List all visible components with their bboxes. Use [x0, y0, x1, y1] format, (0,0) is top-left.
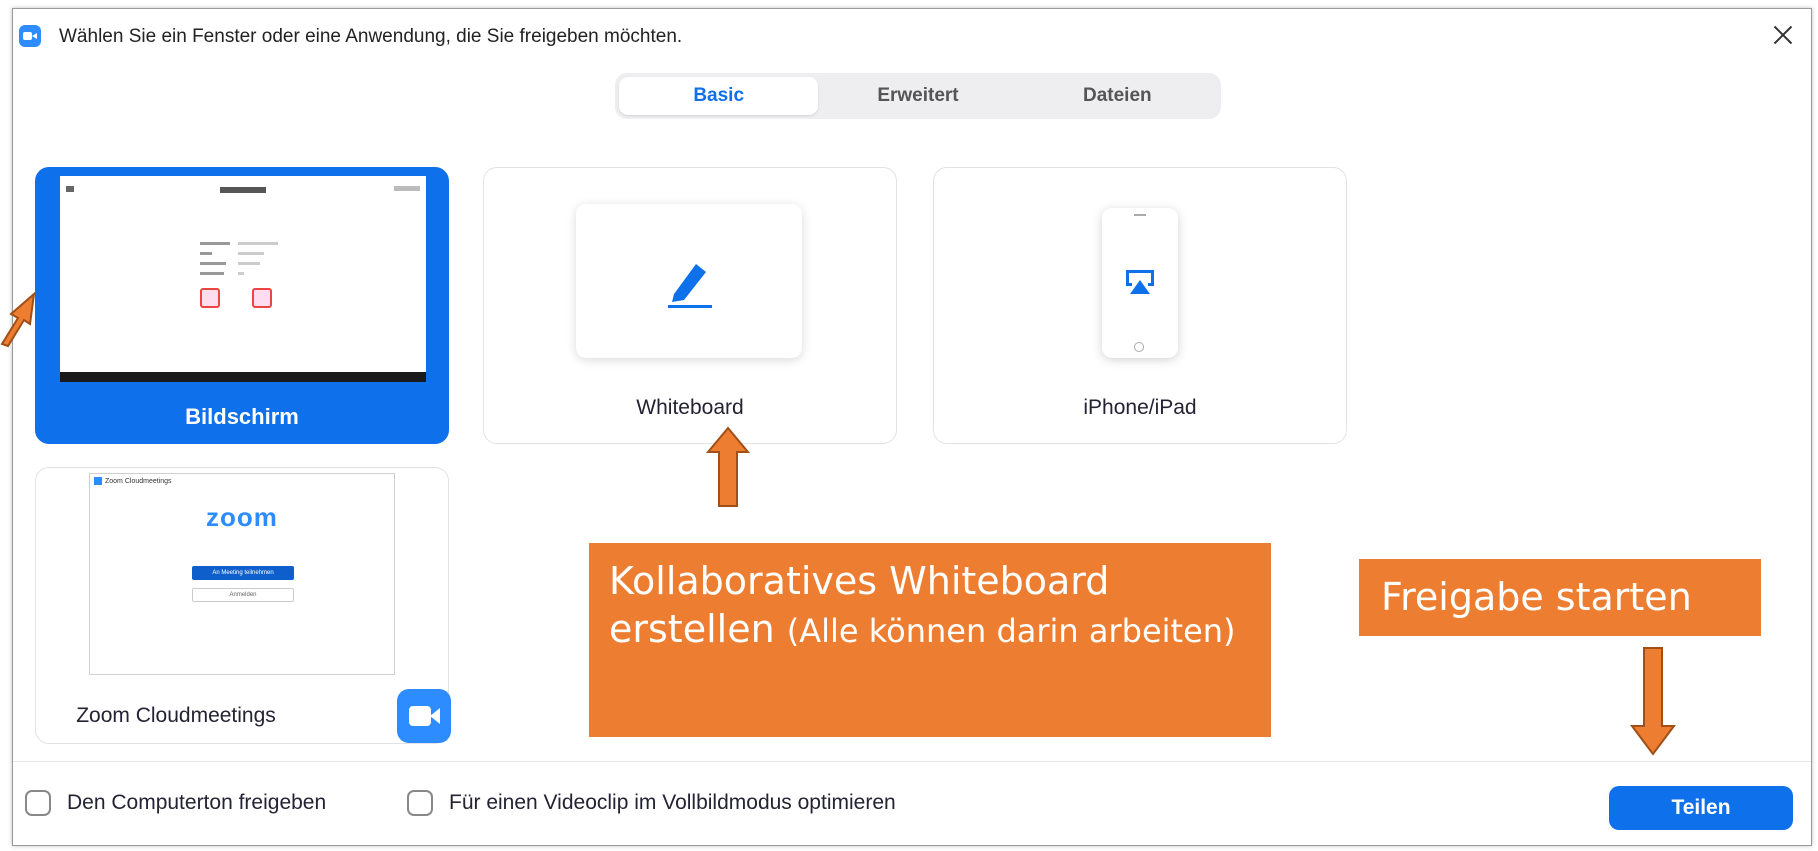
preview-window-title: Zoom Cloudmeetings: [94, 477, 172, 485]
preview-join-button: An Meeting teilnehmen: [192, 566, 294, 580]
close-icon[interactable]: [1769, 21, 1797, 49]
zoom-logo: zoom: [206, 502, 278, 532]
preview-line: [238, 262, 260, 265]
callout-whiteboard: Kollaboratives Whiteboard erstellen (All…: [589, 543, 1271, 737]
screen-preview: [60, 176, 426, 382]
computer-sound-checkbox[interactable]: [25, 790, 51, 816]
option-computer-sound[interactable]: Den Computerton freigeben: [25, 790, 326, 816]
preview-line: [200, 242, 230, 245]
computer-sound-label: Den Computerton freigeben: [67, 791, 327, 814]
preview-app-icon: [200, 288, 220, 308]
tile-label-screen: Bildschirm: [185, 404, 299, 429]
preview-line: [238, 272, 244, 275]
share-dialog: Wählen Sie ein Fenster oder eine Anwendu…: [12, 8, 1812, 846]
footer-divider: [13, 761, 1811, 762]
dialog-title: Wählen Sie ein Fenster oder eine Anwendu…: [59, 26, 683, 47]
preview-line: [200, 262, 226, 265]
preview-app-icon: [252, 288, 272, 308]
tile-label-zoom: Zoom Cloudmeetings: [76, 704, 276, 727]
tile-label-whiteboard: Whiteboard: [636, 396, 744, 419]
preview-right: [394, 186, 420, 191]
arrow-to-screen-icon: [0, 291, 36, 348]
zoom-camera-icon: [397, 689, 451, 743]
share-tile-screen[interactable]: Bildschirm: [35, 167, 449, 444]
share-button[interactable]: Teilen: [1609, 786, 1793, 830]
preview-bar: [220, 187, 266, 193]
preview-line: [238, 242, 278, 245]
tile-label-ios: iPhone/iPad: [1083, 396, 1197, 419]
whiteboard-card: [576, 204, 802, 358]
callout-share: Freigabe starten: [1359, 559, 1761, 636]
title-bar: Wählen Sie ein Fenster oder eine Anwendu…: [13, 9, 1811, 63]
tab-bar: Basic Erweitert Dateien: [615, 73, 1221, 119]
zoom-window-preview: Zoom Cloudmeetings zoom An Meeting teiln…: [89, 473, 395, 675]
option-video-clip[interactable]: Für einen Videoclip im Vollbildmodus opt…: [407, 790, 896, 816]
phone-speaker: [1134, 214, 1146, 216]
video-clip-label: Für einen Videoclip im Vollbildmodus opt…: [449, 791, 896, 814]
video-clip-checkbox[interactable]: [407, 790, 433, 816]
preview-line: [200, 272, 224, 275]
preview-corner: [66, 186, 74, 192]
pen-icon: [668, 264, 712, 308]
preview-line: [238, 252, 264, 255]
tab-advanced[interactable]: Erweitert: [818, 77, 1017, 115]
tab-files[interactable]: Dateien: [1018, 77, 1217, 115]
arrow-down-icon: [1630, 647, 1676, 756]
callout-whiteboard-sub: (Alle können darin arbeiten): [786, 612, 1236, 650]
airplay-icon: [1126, 270, 1154, 294]
zoom-app-icon: [19, 25, 41, 47]
share-tile-iphone-ipad[interactable]: iPhone/iPad: [933, 167, 1347, 444]
phone-illustration: [1102, 208, 1178, 358]
preview-line: [200, 252, 212, 255]
phone-home-button: [1134, 342, 1144, 352]
share-tile-zoom-app[interactable]: Zoom Cloudmeetings zoom An Meeting teiln…: [35, 467, 451, 744]
arrow-up-icon: [706, 426, 750, 507]
share-tile-whiteboard[interactable]: Whiteboard: [483, 167, 897, 444]
preview-signin-button: Anmelden: [192, 588, 294, 602]
tab-basic[interactable]: Basic: [619, 77, 819, 115]
